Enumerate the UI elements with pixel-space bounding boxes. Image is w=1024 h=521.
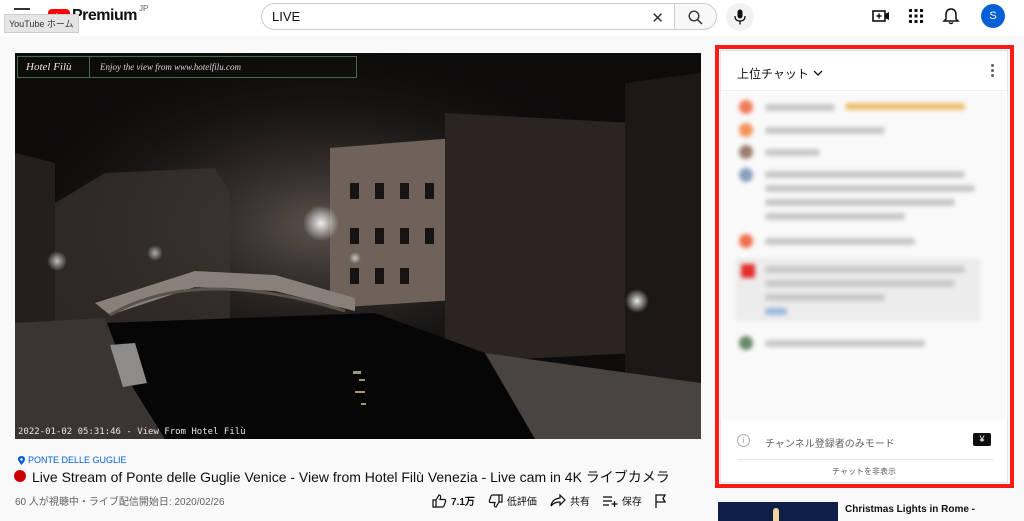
clear-icon[interactable]: ✕ — [651, 9, 664, 27]
recommended-video-thumbnail[interactable] — [718, 502, 838, 521]
mic-icon — [734, 9, 746, 25]
video-actions: 7.1万 低評価 共有 保存 — [432, 493, 684, 508]
logo-region: JP — [138, 4, 149, 13]
chat-highlight-frame — [715, 45, 1014, 488]
search-icon — [688, 10, 703, 25]
playlist-add-icon — [602, 495, 618, 507]
video-frame-image — [15, 53, 701, 439]
like-count: 7.1万 — [451, 497, 475, 508]
recommended-video-title[interactable]: Christmas Lights in Rome - — [845, 503, 995, 516]
thumbs-down-icon — [488, 493, 503, 508]
flag-icon — [655, 493, 667, 508]
thumbs-up-icon — [432, 493, 447, 508]
voice-search-button[interactable] — [726, 3, 754, 31]
hotel-watermark: Hotel Filù Enjoy the view from www.hotel… — [17, 56, 357, 78]
create-icon[interactable] — [872, 7, 890, 25]
dislike-button[interactable]: 低評価 — [488, 493, 537, 508]
share-label: 共有 — [569, 497, 590, 508]
bell-icon[interactable] — [942, 7, 960, 25]
save-label: 保存 — [621, 497, 642, 508]
watermark-logo: Hotel Filù — [18, 57, 90, 77]
video-meta: 60 人が視聴中・ライブ配信開始日: 2020/02/26 — [15, 497, 225, 508]
video-player[interactable]: Hotel Filù Enjoy the view from www.hotel… — [15, 53, 701, 439]
logo-text: Premium — [72, 7, 137, 24]
search-box[interactable]: ✕ — [261, 3, 675, 30]
avatar[interactable]: S — [981, 4, 1005, 28]
video-timestamp: 2022-01-02 05:31:46 - View From Hotel Fi… — [18, 427, 246, 437]
masthead: Premium JP YouTube ホーム ✕ S — [0, 0, 1024, 36]
location-label: PONTE DELLE GUGLIE — [28, 455, 127, 465]
search-input[interactable] — [272, 9, 632, 24]
live-indicator-icon — [14, 470, 26, 482]
save-button[interactable]: 保存 — [602, 493, 642, 508]
home-tooltip: YouTube ホーム — [4, 14, 79, 33]
share-icon — [550, 494, 566, 507]
like-button[interactable]: 7.1万 — [432, 493, 475, 508]
location-pin-icon — [18, 455, 25, 465]
share-button[interactable]: 共有 — [550, 493, 590, 508]
video-title: Live Stream of Ponte delle Guglie Venice… — [32, 469, 670, 485]
report-button[interactable] — [655, 493, 671, 508]
dislike-label: 低評価 — [506, 497, 537, 508]
location-tag[interactable]: PONTE DELLE GUGLIE — [18, 455, 127, 465]
watermark-text: Enjoy the view from www.hotelfilu.com — [100, 62, 241, 72]
apps-icon[interactable] — [907, 7, 925, 25]
search-button[interactable] — [675, 3, 717, 30]
